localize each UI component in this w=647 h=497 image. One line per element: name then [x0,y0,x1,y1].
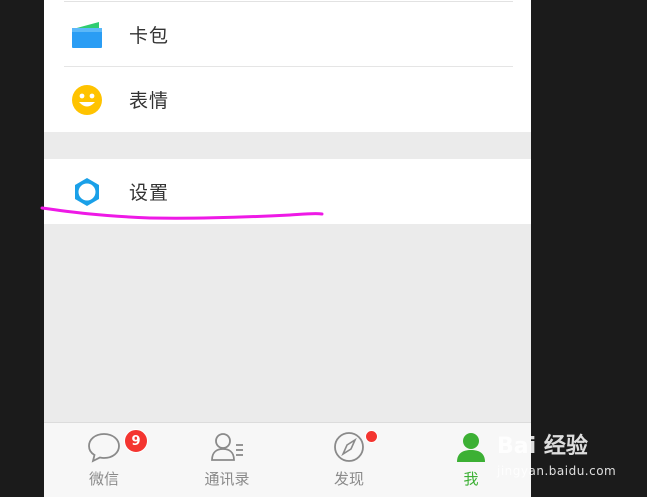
contacts-icon [210,431,244,463]
tab-label: 微信 [88,470,119,488]
menu-item-label: 表情 [129,90,170,112]
tab-contacts[interactable]: 通讯录 [177,423,277,495]
notification-dot [365,430,378,443]
bottom-tab-bar: 9 微信 通讯录 发现 我 [44,422,531,497]
tab-chats[interactable]: 9 微信 [54,423,154,495]
tab-label: 我 [463,470,479,488]
menu-item-label: 卡包 [129,25,170,47]
tab-me[interactable]: 我 [421,423,521,495]
tab-discover[interactable]: 发现 [299,423,399,495]
card-wallet-icon [70,18,104,52]
menu-item-card-wallet[interactable]: 卡包 [44,2,531,67]
person-icon [454,431,488,463]
smiley-icon [70,83,104,117]
tab-label: 发现 [333,470,364,488]
gear-icon [70,175,104,209]
menu-group-top: 卡包 表情 [44,0,531,132]
menu-group-settings: 设置 [44,159,531,224]
menu-item-settings[interactable]: 设置 [44,159,531,224]
phone-screen: 卡包 表情 设置 9 微信 通讯录 发现 我 [44,0,531,497]
compass-icon [332,431,366,463]
menu-item-stickers[interactable]: 表情 [44,67,531,132]
tab-label: 通讯录 [204,470,250,488]
menu-item-label: 设置 [129,182,170,204]
chat-bubble-icon [87,431,121,463]
unread-badge: 9 [124,429,148,453]
